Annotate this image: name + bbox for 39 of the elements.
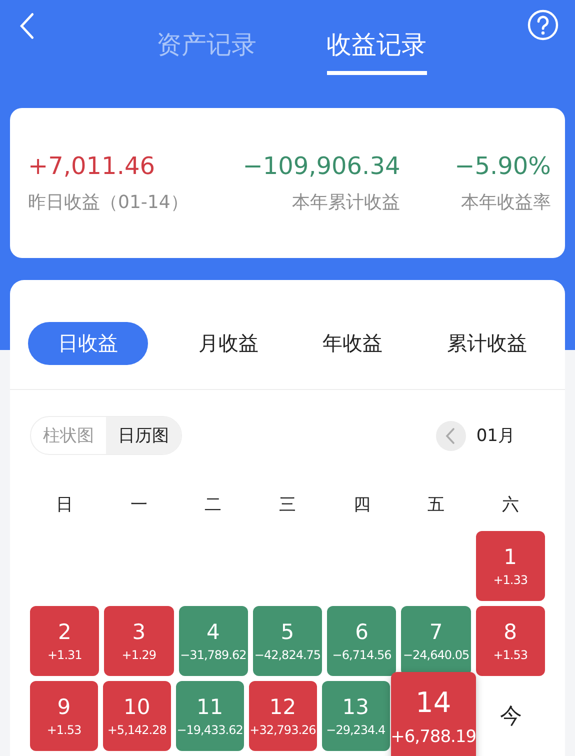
view-option[interactable]: 日历图: [106, 417, 181, 454]
stat-value: +7,011.46: [28, 152, 156, 180]
help-icon[interactable]: [527, 9, 559, 41]
stat-value: −109,906.34: [242, 152, 400, 180]
day-cell[interactable]: 9 +1.53: [30, 681, 98, 751]
stat-value: −5.90%: [454, 152, 551, 180]
previous-month-icon[interactable]: [436, 420, 466, 450]
back-icon[interactable]: [18, 12, 36, 40]
period-tab[interactable]: 累计收益: [432, 322, 541, 365]
weekday-label: 六: [500, 494, 520, 517]
period-tab[interactable]: 日收益: [28, 322, 148, 365]
stat-label: 昨日收益（01-14）: [28, 191, 188, 214]
weekday-label: 三: [278, 494, 297, 517]
weekday-label: 一: [129, 494, 148, 517]
day-cell[interactable]: 12 +32,793.26: [248, 681, 317, 751]
day-cell[interactable]: 10 +5,142.28: [102, 681, 171, 751]
period-tab[interactable]: 月收益: [184, 322, 272, 365]
weekday-label: 日: [55, 494, 74, 517]
period-tab[interactable]: 年收益: [308, 322, 397, 365]
stat-label: 本年收益率: [460, 191, 551, 214]
day-cell[interactable]: 1 +1.33: [476, 531, 545, 601]
header-tab[interactable]: 收益记录: [326, 28, 426, 75]
day-cell[interactable]: 4 −31,789.62: [178, 606, 248, 676]
day-cell[interactable]: 8 +1.53: [476, 606, 545, 676]
day-cell[interactable]: 14 +6,788.19: [390, 672, 476, 756]
weekday-label: 四: [352, 494, 372, 517]
header-tab[interactable]: 资产记录: [156, 28, 256, 75]
weekday-label: 二: [204, 494, 223, 517]
weekday-label: 五: [426, 494, 446, 517]
view-option[interactable]: 柱状图: [31, 417, 106, 454]
month-label: 01月: [476, 425, 515, 447]
day-cell[interactable]: 11 −19,433.62: [176, 681, 244, 751]
stat-label: 本年累计收益: [291, 191, 400, 214]
day-cell[interactable]: 3 +1.29: [104, 606, 174, 676]
day-cell[interactable]: 13 −29,234.4: [322, 681, 390, 751]
day-cell[interactable]: 今: [500, 681, 522, 751]
day-cell[interactable]: 2 +1.31: [30, 606, 100, 676]
day-cell[interactable]: 5 −42,824.75: [252, 606, 322, 676]
day-cell[interactable]: 6 −6,714.56: [327, 606, 396, 676]
